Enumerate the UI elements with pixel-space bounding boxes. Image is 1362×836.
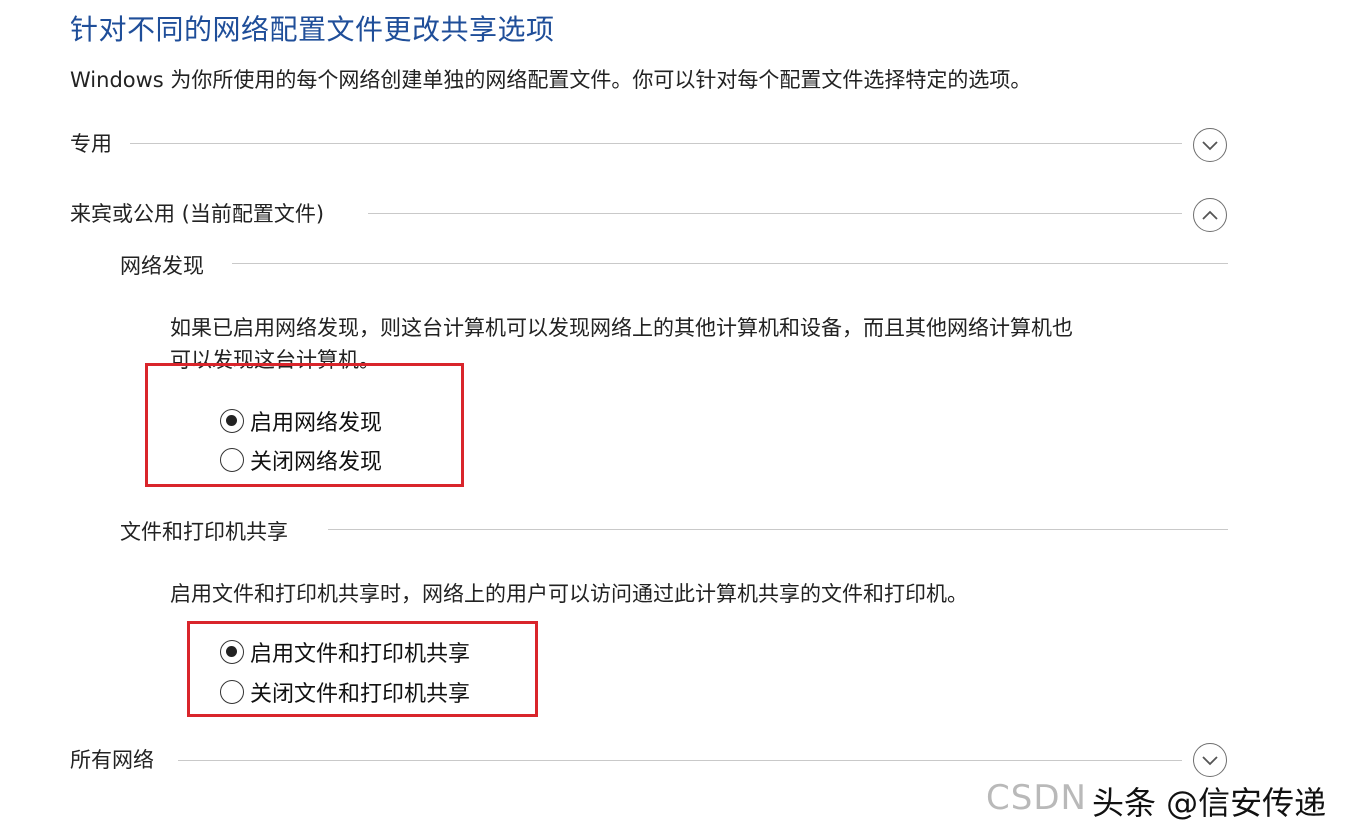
divider: [130, 143, 1182, 144]
radio-label: 启用文件和打印机共享: [250, 642, 471, 667]
radio-enable-file-printer-sharing[interactable]: 启用文件和打印机共享: [220, 636, 470, 668]
divider: [232, 263, 1228, 264]
radio-disable-file-printer-sharing[interactable]: 关闭文件和打印机共享: [220, 676, 470, 708]
highlight-box: [145, 363, 464, 487]
expand-all-networks-button[interactable]: [1193, 743, 1227, 777]
chevron-down-icon: [1202, 141, 1218, 151]
profile-private-label[interactable]: 专用: [70, 128, 122, 158]
network-discovery-heading: 网络发现: [120, 254, 204, 278]
divider: [328, 529, 1228, 530]
radio-button-selected[interactable]: [220, 640, 244, 664]
radio-button[interactable]: [220, 680, 244, 704]
file-printer-sharing-description: 启用文件和打印机共享时，网络上的用户可以访问通过此计算机共享的文件和打印机。: [170, 582, 968, 606]
csdn-watermark: CSDN: [986, 778, 1087, 818]
network-discovery-description-line1: 如果已启用网络发现，则这台计算机可以发现网络上的其他计算机和设备，而且其他网络计…: [170, 316, 1073, 340]
chevron-up-icon: [1202, 210, 1218, 220]
source-watermark: 头条 @信安传递: [1092, 784, 1327, 822]
profile-guest-public-label[interactable]: 来宾或公用 (当前配置文件): [70, 198, 335, 228]
profile-all-networks-label[interactable]: 所有网络: [70, 744, 164, 774]
chevron-down-icon: [1202, 756, 1218, 766]
radio-label: 关闭文件和打印机共享: [250, 682, 471, 707]
divider: [368, 213, 1182, 214]
divider: [178, 760, 1182, 761]
expand-private-button[interactable]: [1193, 128, 1227, 162]
page-description: Windows 为你所使用的每个网络创建单独的网络配置文件。你可以针对每个配置文…: [70, 68, 1032, 92]
collapse-guest-public-button[interactable]: [1193, 198, 1227, 232]
file-printer-sharing-heading: 文件和打印机共享: [120, 520, 288, 544]
page-title: 针对不同的网络配置文件更改共享选项: [70, 13, 555, 46]
